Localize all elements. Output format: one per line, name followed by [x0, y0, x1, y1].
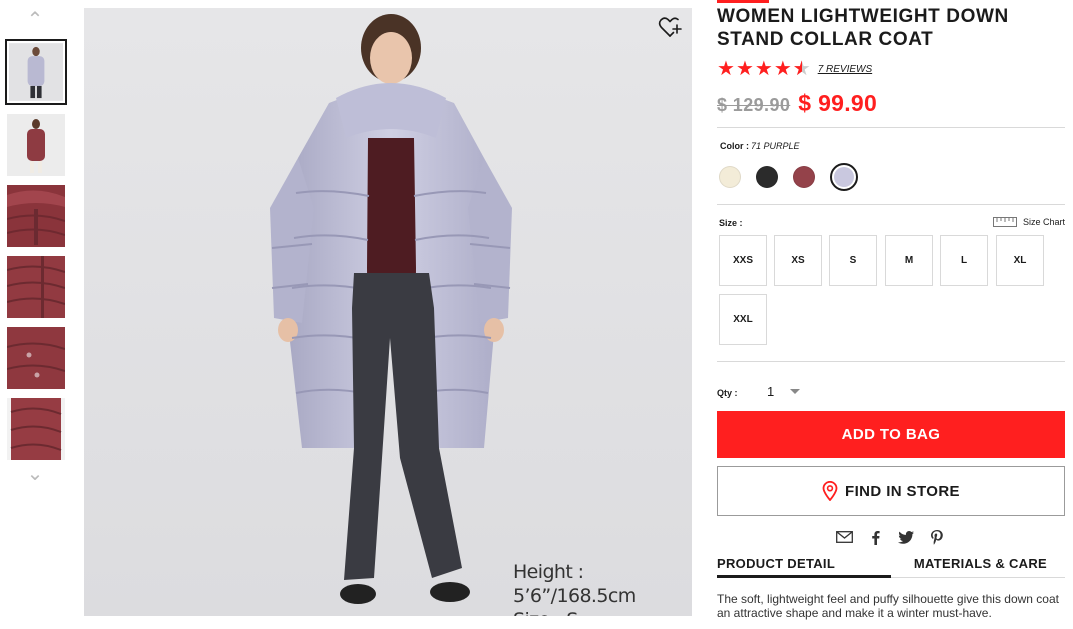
star-icon: ★	[717, 58, 736, 80]
tab-materials-care[interactable]: MATERIALS & CARE	[891, 556, 1065, 578]
half-star-icon: ★	[793, 59, 812, 79]
swatch-purple-selected[interactable]	[830, 163, 858, 191]
product-title: WOMEN LIGHTWEIGHT DOWN STAND COLLAR COAT	[717, 6, 1009, 50]
swatch-black[interactable]	[756, 166, 778, 188]
model-photo	[84, 8, 692, 616]
product-tabs: PRODUCT DETAIL MATERIALS & CARE	[717, 556, 1065, 578]
location-pin-icon	[822, 481, 838, 501]
share-row	[835, 528, 959, 546]
divider	[717, 204, 1065, 205]
tab-product-detail[interactable]: PRODUCT DETAIL	[717, 556, 891, 578]
rating-row: ★ ★ ★ ★ ★ 7 REVIEWS	[717, 59, 872, 79]
find-in-store-label: FIND IN STORE	[845, 482, 960, 500]
size-label: Size :	[719, 218, 743, 228]
reviews-link[interactable]: 7 REVIEWS	[818, 64, 872, 75]
thumbnail-6[interactable]	[7, 398, 65, 460]
star-icon: ★	[735, 58, 755, 80]
star-icon: ★	[754, 58, 774, 80]
pinterest-icon[interactable]	[928, 528, 946, 546]
color-label: Color :71 PURPLE	[720, 141, 800, 151]
size-chart-link[interactable]: Size Chart	[992, 217, 1065, 227]
add-to-bag-button[interactable]: ADD TO BAG	[717, 411, 1065, 458]
twitter-icon[interactable]	[897, 528, 915, 546]
qty-value: 1	[767, 383, 775, 399]
chevron-down-icon[interactable]: ⌄	[24, 464, 46, 484]
divider	[717, 361, 1065, 362]
thumbnail-5[interactable]	[7, 327, 65, 389]
star-icon: ★	[773, 58, 793, 80]
size-chart-label: Size Chart	[1022, 217, 1065, 227]
product-description: The soft, lightweight feel and puffy sil…	[717, 592, 1059, 620]
sale-price: $ 99.90	[798, 90, 878, 116]
size-xl[interactable]: XL	[996, 235, 1044, 286]
chevron-up-icon[interactable]: ⌃	[24, 10, 46, 30]
color-swatches	[719, 163, 858, 191]
accent-strip	[717, 0, 769, 3]
ruler-icon	[992, 217, 1017, 227]
caption-height: Height : 5’6”/168.5cm	[513, 561, 636, 607]
swatch-wine[interactable]	[793, 166, 815, 188]
swatch-cream[interactable]	[719, 166, 741, 188]
size-s[interactable]: S	[829, 235, 877, 286]
find-in-store-button[interactable]: FIND IN STORE	[717, 466, 1065, 516]
heart-plus-icon[interactable]	[658, 16, 682, 38]
qty-label: Qty :	[717, 388, 738, 398]
thumbnail-2[interactable]	[7, 114, 65, 176]
size-xxl[interactable]: XXL	[719, 294, 767, 345]
product-main-image[interactable]: Height : 5’6”/168.5cm Size : S	[84, 8, 692, 616]
selected-color: 71 PURPLE	[751, 141, 800, 151]
caret-down-icon	[790, 388, 801, 394]
divider	[717, 127, 1065, 128]
thumbnail-4[interactable]	[7, 256, 65, 318]
email-icon[interactable]	[835, 528, 853, 546]
price-row: $ 129.90 $ 99.90	[717, 90, 877, 117]
model-caption: Height : 5’6”/168.5cm Size : S	[513, 560, 692, 616]
rating-stars: ★ ★ ★ ★ ★	[717, 59, 812, 79]
facebook-icon[interactable]	[866, 528, 884, 546]
original-price: $ 129.90	[717, 95, 791, 115]
qty-select[interactable]: 1	[767, 381, 807, 401]
caption-size: Size : S	[513, 608, 692, 616]
size-xxs[interactable]: XXS	[719, 235, 767, 286]
size-xs[interactable]: XS	[774, 235, 822, 286]
thumbnail-3[interactable]	[7, 185, 65, 247]
thumbnail-rail: ⌃ ⌄	[0, 0, 72, 629]
size-m[interactable]: M	[885, 235, 933, 286]
thumbnail-1[interactable]	[5, 39, 67, 105]
size-l[interactable]: L	[940, 235, 988, 286]
